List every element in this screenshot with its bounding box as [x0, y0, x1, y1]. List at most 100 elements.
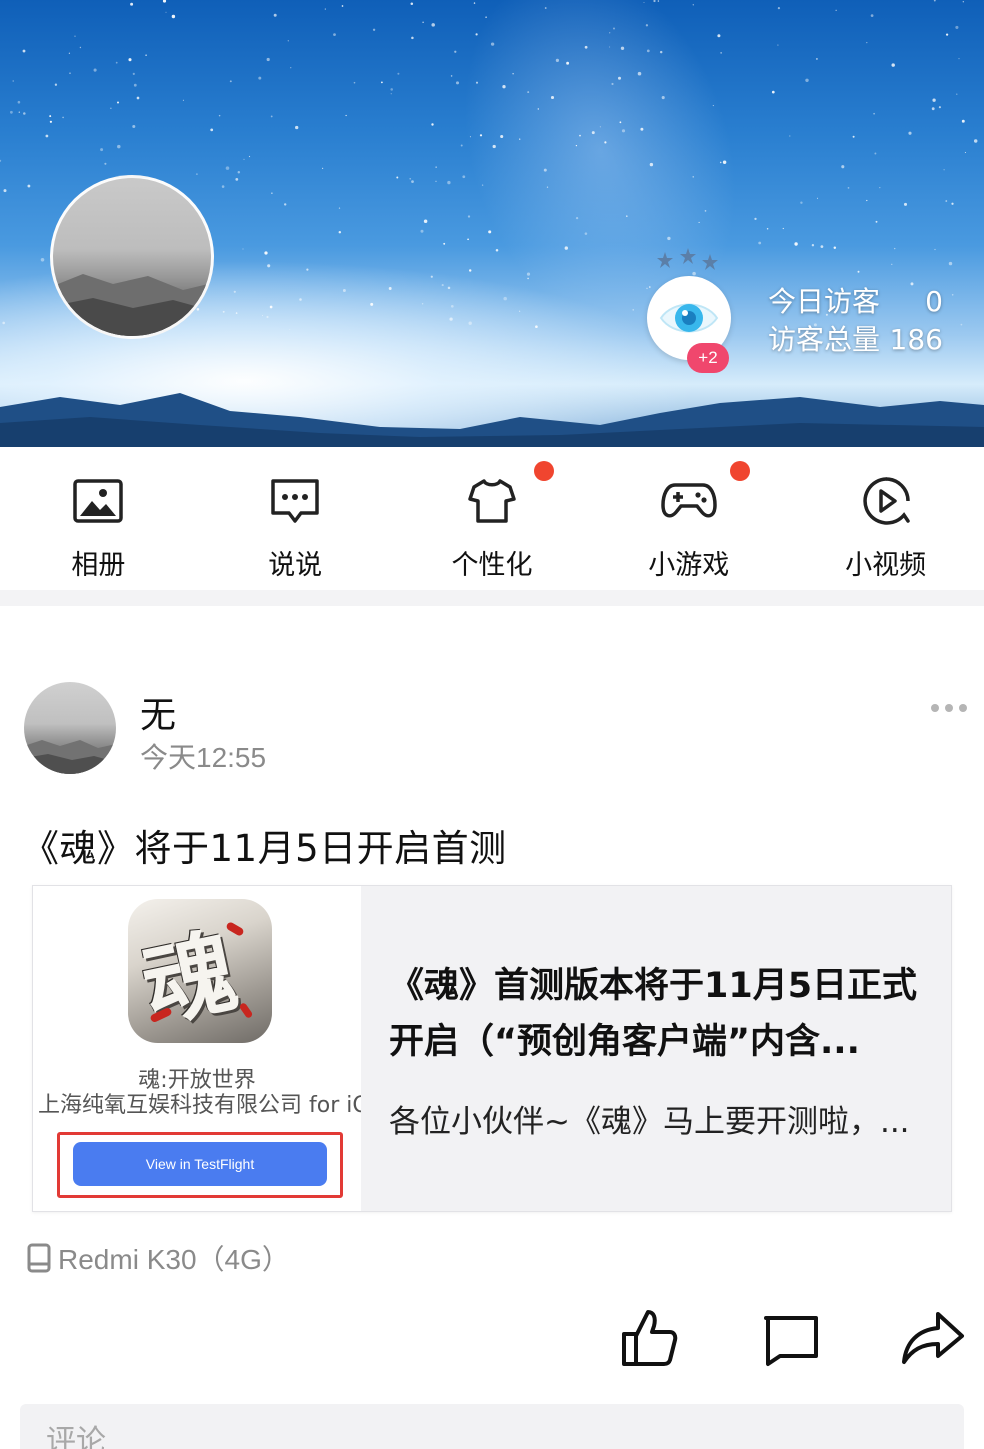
- star: [692, 176, 694, 178]
- app-icon-glyph: 魂: [133, 916, 246, 1042]
- share-icon[interactable]: [900, 1306, 966, 1372]
- star: [435, 166, 437, 168]
- star: [579, 134, 581, 137]
- post-author-name[interactable]: 无: [140, 686, 176, 738]
- star: [933, 0, 936, 2]
- shared-link-card[interactable]: 魂 魂:开放世界 上海纯氧互娱科技有限公司 for iOS View in Te…: [32, 885, 952, 1212]
- post-author-avatar[interactable]: [24, 682, 116, 774]
- star: [290, 67, 292, 69]
- star: [430, 275, 433, 278]
- star: [640, 127, 644, 131]
- star: [771, 90, 775, 94]
- star: [722, 160, 727, 165]
- star: [543, 168, 547, 172]
- visitors-total-value: 186: [889, 323, 943, 356]
- star: [210, 128, 214, 132]
- device-label: Redmi K30（4G）: [58, 1244, 290, 1275]
- star: [162, 0, 167, 3]
- star: [643, 1, 645, 4]
- star: [758, 241, 762, 245]
- nav-item-moments[interactable]: 说说: [197, 447, 394, 590]
- star: [502, 85, 506, 89]
- star: [527, 277, 529, 280]
- star: [117, 144, 121, 149]
- star: [841, 165, 845, 169]
- star: [449, 317, 453, 321]
- star: [945, 200, 948, 202]
- gamepad-icon: [661, 483, 717, 518]
- star: [512, 73, 514, 75]
- comment-input[interactable]: 评论: [20, 1404, 964, 1449]
- star: [584, 45, 588, 49]
- star: [235, 178, 239, 181]
- star: [49, 120, 53, 123]
- nav-label: 相册: [71, 550, 126, 581]
- star: [12, 80, 14, 82]
- star: [931, 107, 935, 111]
- star: [110, 107, 112, 109]
- star: [550, 95, 555, 100]
- star: [264, 251, 268, 255]
- star: [455, 81, 460, 85]
- shared-link-thumbnail: 魂 魂:开放世界 上海纯氧互娱科技有限公司 for iOS View in Te…: [33, 886, 361, 1211]
- star: [805, 78, 809, 83]
- nav-item-short-video[interactable]: 小视频: [787, 447, 984, 590]
- comment-icon[interactable]: [758, 1306, 824, 1372]
- feature-nav: 相册 说说 个性化 小游戏 小视频: [0, 447, 984, 590]
- star: [555, 58, 559, 62]
- star: [527, 91, 530, 94]
- star: [372, 28, 376, 31]
- star: [811, 244, 815, 247]
- star: [289, 328, 291, 331]
- star: [333, 33, 336, 36]
- star: [79, 46, 82, 49]
- star: [380, 81, 383, 84]
- app-icon: 魂: [128, 899, 272, 1043]
- star: [145, 54, 147, 57]
- star: [306, 268, 309, 271]
- star: [423, 219, 428, 224]
- star: [575, 216, 579, 220]
- star: [794, 242, 798, 246]
- star: [299, 298, 302, 301]
- more-options-icon[interactable]: [926, 696, 972, 720]
- nav-item-personalize[interactable]: 个性化: [394, 447, 591, 590]
- star: [575, 144, 578, 147]
- star: [934, 248, 936, 251]
- section-divider: [0, 590, 984, 606]
- like-icon[interactable]: [616, 1306, 682, 1372]
- star: [93, 68, 97, 72]
- nav-item-games[interactable]: 小游戏: [590, 447, 787, 590]
- nav-item-album[interactable]: 相册: [0, 447, 197, 590]
- star: [390, 93, 392, 95]
- visitor-stats[interactable]: 今日访客 0 访客总量 186: [768, 283, 943, 359]
- star: [450, 304, 454, 308]
- star: [475, 33, 478, 36]
- star: [874, 152, 877, 155]
- profile-avatar[interactable]: [50, 175, 214, 339]
- star: [820, 245, 824, 248]
- star: [171, 14, 176, 19]
- star: [454, 50, 457, 53]
- star: [273, 13, 277, 17]
- star: [488, 230, 492, 234]
- profile-cover[interactable]: +2 今日访客 0 访客总量 186: [0, 0, 984, 447]
- phone-icon: [27, 1243, 51, 1273]
- star: [324, 8, 326, 10]
- star: [698, 221, 700, 223]
- star: [388, 287, 392, 290]
- star: [894, 247, 896, 250]
- star: [835, 9, 837, 11]
- star: [719, 161, 722, 164]
- star: [564, 246, 568, 250]
- star: [962, 1, 964, 3]
- star: [338, 230, 342, 234]
- star: [62, 116, 64, 119]
- message-icon: [271, 479, 319, 523]
- star: [421, 303, 424, 305]
- star: [271, 192, 273, 194]
- nav-label: 说说: [268, 550, 323, 581]
- star: [431, 23, 435, 27]
- star: [409, 177, 412, 180]
- star: [782, 227, 784, 230]
